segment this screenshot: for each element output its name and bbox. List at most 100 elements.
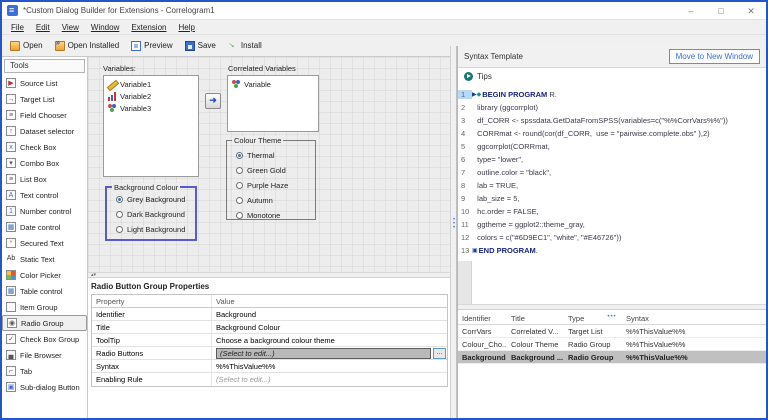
radio-label: Light Background [127, 225, 186, 234]
tool-label: Sub-dialog Button [20, 382, 80, 392]
property-value[interactable]: %%ThisValue%% [216, 362, 275, 371]
radio-dark-background[interactable]: Dark Background [107, 207, 195, 222]
property-value[interactable]: Background [216, 310, 256, 319]
install-icon [228, 41, 238, 51]
radio-autumn[interactable]: Autumn [227, 193, 315, 208]
property-row-radio-buttons[interactable]: Radio Buttons (Select to edit...) ... [92, 347, 447, 360]
params-row-background[interactable]: Background Background ... Radio Group %%Thi… [458, 351, 766, 364]
app-window: *Custom Dialog Builder for Extensions - … [0, 0, 768, 420]
move-variable-arrow-button[interactable]: ➜ [205, 93, 221, 109]
variable-item-variable2[interactable]: Variable2 [104, 90, 198, 102]
syntax-keyword: END PROGRAM [478, 246, 536, 255]
menu-help[interactable]: Help [174, 23, 202, 32]
toolbar-preview-button[interactable]: Preview [127, 39, 176, 53]
tool-combo-box[interactable]: ▾ Combo Box [2, 155, 87, 171]
tool-radio-group[interactable]: ◉ Radio Group [2, 315, 87, 331]
tool-check-box[interactable]: x Check Box [2, 139, 87, 155]
tool-date-control[interactable]: ▦ Date control [2, 219, 87, 235]
value-column-header: Value [216, 296, 235, 306]
variable-item-variable[interactable]: Variable [228, 78, 318, 90]
property-row-identifier[interactable]: Identifier Background [92, 308, 447, 321]
syntax-template-title: Syntax Template [464, 52, 523, 61]
tool-check-box-group[interactable]: ✓ Check Box Group [2, 331, 87, 347]
property-row-title[interactable]: Title Background Colour [92, 321, 447, 334]
params-row-corrvars[interactable]: CorrVars Correlated V... Target List %%This… [458, 325, 766, 338]
radio-green-gold[interactable]: Green Gold [227, 163, 315, 178]
property-row-syntax[interactable]: Syntax %%ThisValue%% [92, 360, 447, 373]
variables-source-list[interactable]: Variable1 Variable2 Variable3 [103, 75, 199, 177]
colour-theme-group-title: Colour Theme [232, 136, 284, 145]
file-browser-icon: ▄ [6, 350, 16, 360]
params-cell: %%ThisValue%% [626, 326, 686, 336]
menu-window[interactable]: Window [87, 23, 127, 32]
menu-file[interactable]: File [7, 23, 32, 32]
params-cell: Background ... [511, 352, 564, 362]
tool-target-list[interactable]: → Target List [2, 91, 87, 107]
tool-label: Combo Box [20, 158, 60, 168]
tool-color-picker[interactable]: Color Picker [2, 267, 87, 283]
breakpoint-marker-icon: ◆ [476, 92, 482, 98]
property-value[interactable]: Background Colour [216, 323, 280, 332]
radio-purple-haze[interactable]: Purple Haze [227, 178, 315, 193]
radio-thermal[interactable]: Thermal [227, 148, 315, 163]
property-row-enabling-rule[interactable]: Enabling Rule (Select to edit...) [92, 373, 447, 386]
params-column-syntax: Syntax [626, 313, 649, 323]
close-button[interactable]: ✕ [736, 3, 766, 19]
toolbar-install-button[interactable]: Install [224, 39, 266, 53]
menu-view[interactable]: View [58, 23, 87, 32]
menu-edit[interactable]: Edit [32, 23, 58, 32]
radio-button-icon [116, 211, 123, 218]
code-line-6: 6 type= "lower", [458, 153, 766, 166]
line-number: 13 [461, 246, 470, 255]
ordinal-measure-icon [107, 91, 117, 101]
radio-label: Dark Background [127, 210, 185, 219]
target-list-icon: → [6, 94, 16, 104]
background-colour-group[interactable]: Background Colour Grey Background Dark B… [105, 183, 197, 241]
line-number: 4 [461, 129, 466, 138]
number-control-icon: 1 [6, 206, 16, 216]
tool-file-browser[interactable]: ▄ File Browser [2, 347, 87, 363]
syntax-template-panel: Syntax Template Move to New Window Tips … [457, 46, 766, 418]
maximize-button[interactable]: □ [706, 3, 736, 19]
tool-secured-text[interactable]: * Secured Text [2, 235, 87, 251]
correlated-variables-target-list[interactable]: Variable [227, 75, 319, 132]
middle-column: Variables: Variable1 Variable2 Variable3… [88, 57, 450, 418]
menu-extension[interactable]: Extension [127, 23, 174, 32]
dialog-canvas[interactable]: Variables: Variable1 Variable2 Variable3… [88, 57, 450, 272]
toolbar-save-button[interactable]: Save [181, 39, 220, 53]
params-row-colour-cho[interactable]: Colour_Cho... Colour Theme Radio Group %%Th… [458, 338, 766, 351]
params-column-type: Type [568, 313, 585, 323]
property-value[interactable]: Choose a background colour theme [216, 336, 335, 345]
tool-list-box[interactable]: ≡ List Box [2, 171, 87, 187]
toolbar-save-label: Save [197, 41, 216, 50]
radio-monotone[interactable]: Monotone [227, 208, 315, 223]
radio-buttons-edit-button[interactable]: ... [433, 348, 446, 359]
tool-item-group[interactable]: Item Group [2, 299, 87, 315]
tool-number-control[interactable]: 1 Number control [2, 203, 87, 219]
tool-sub-dialog-button[interactable]: ▣ Sub-dialog Button [2, 379, 87, 395]
toolbar-open-button[interactable]: Open [6, 39, 47, 53]
syntax-code-editor[interactable]: 1 ▶◆ BEGIN PROGRAM R. 2 library (ggcorrpl… [458, 84, 766, 304]
code-params-splitter[interactable]: ••• [458, 304, 766, 320]
property-row-tooltip[interactable]: ToolTip Choose a background colour theme [92, 334, 447, 347]
tool-dataset-selector[interactable]: ↑ Dataset selector [2, 123, 87, 139]
tips-row[interactable]: Tips [458, 68, 766, 84]
tool-tab[interactable]: ⌐ Tab [2, 363, 87, 379]
toolbar-open-installed-button[interactable]: Open Installed [51, 38, 124, 53]
property-value[interactable]: (Select to edit...) [216, 375, 271, 384]
item-group-icon [6, 302, 16, 312]
variable-item-variable1[interactable]: Variable1 [104, 78, 198, 90]
colour-theme-group[interactable]: Colour Theme Thermal Green Gold Purple H… [226, 136, 316, 223]
radio-buttons-value-cell[interactable]: (Select to edit...) [216, 347, 431, 359]
tool-table-control[interactable]: ▦ Table control [2, 283, 87, 299]
tool-text-control[interactable]: A Text control [2, 187, 87, 203]
variable-item-variable3[interactable]: Variable3 [104, 102, 198, 114]
minimize-button[interactable]: – [676, 3, 706, 19]
radio-light-background[interactable]: Light Background [107, 222, 195, 237]
radio-grey-background[interactable]: Grey Background [107, 192, 195, 207]
move-to-new-window-button[interactable]: Move to New Window [668, 49, 760, 64]
tool-source-list[interactable]: ▶ Source List [2, 75, 87, 91]
tool-static-text[interactable]: Ab Static Text [2, 251, 87, 267]
canvas-syntax-splitter[interactable]: • • • [450, 46, 457, 418]
tool-field-chooser[interactable]: ≡ Field Chooser [2, 107, 87, 123]
